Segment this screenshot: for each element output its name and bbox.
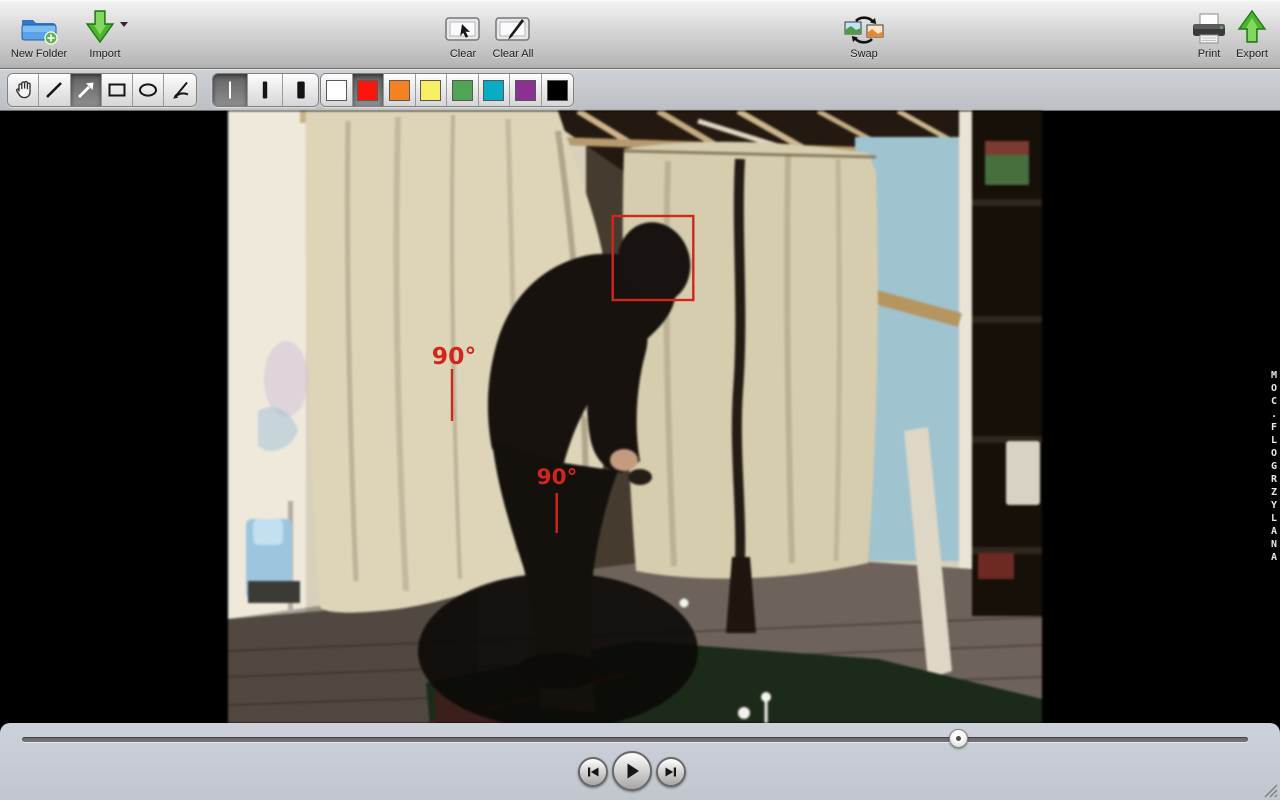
line-icon (43, 79, 65, 101)
tool-ellipse[interactable] (133, 74, 164, 106)
video-canvas[interactable]: 90° 90° M O C . F L O G R Z Y L A N A (0, 111, 1280, 723)
purple-swatch (515, 80, 536, 101)
tool-angle[interactable] (164, 74, 195, 106)
color-purple[interactable] (510, 74, 542, 106)
new-folder-label: New Folder (6, 48, 72, 60)
angle-icon (169, 79, 191, 101)
tool-group (7, 73, 197, 107)
previous-frame-button[interactable] (578, 757, 608, 787)
export-label: Export (1226, 48, 1278, 60)
clear-all-button[interactable]: Clear All (484, 5, 542, 65)
medium-line-icon (254, 79, 276, 101)
clear-button[interactable]: Clear (436, 5, 490, 65)
thickness-medium[interactable] (248, 74, 283, 106)
color-black[interactable] (542, 74, 574, 106)
rectangle-icon (106, 79, 128, 101)
play-icon (622, 761, 642, 781)
head-annotation-rectangle[interactable] (613, 216, 694, 300)
import-button[interactable]: Import (76, 5, 134, 65)
swap-icon (836, 5, 892, 45)
tool-hand[interactable] (8, 74, 39, 106)
import-icon (76, 5, 134, 45)
green-swatch (452, 80, 473, 101)
transport-bar (0, 723, 1280, 800)
analyzr-golf-window: New Folder Import Clear (0, 0, 1280, 800)
new-folder-icon (6, 5, 72, 45)
color-yellow[interactable] (416, 74, 448, 106)
tool-arrow[interactable] (71, 74, 102, 106)
clear-icon (436, 5, 490, 45)
angle-label-2[interactable]: 90° (537, 465, 578, 490)
yellow-swatch (420, 80, 441, 101)
next-frame-icon (663, 764, 679, 780)
teal-swatch (483, 80, 504, 101)
color-green[interactable] (447, 74, 479, 106)
thickness-group (212, 73, 319, 107)
color-group (320, 73, 574, 107)
next-frame-button[interactable] (656, 757, 686, 787)
swap-button[interactable]: Swap (836, 5, 892, 65)
import-dropdown-caret (120, 22, 128, 27)
annotation-overlay: 90° 90° (228, 111, 1042, 723)
hand-icon (12, 79, 34, 101)
color-orange[interactable] (384, 74, 416, 106)
swap-label: Swap (836, 48, 892, 60)
thickness-thick[interactable] (283, 74, 318, 106)
clear-label: Clear (436, 48, 490, 60)
import-label: Import (76, 48, 134, 60)
previous-frame-icon (585, 764, 601, 780)
thickness-thin[interactable] (213, 74, 248, 106)
scrubber-knob[interactable] (949, 729, 968, 748)
black-swatch (547, 80, 568, 101)
thick-line-icon (290, 79, 312, 101)
main-toolbar: New Folder Import Clear (0, 0, 1280, 69)
export-icon (1226, 5, 1278, 45)
play-button[interactable] (612, 751, 652, 791)
tool-line[interactable] (39, 74, 70, 106)
watermark: M O C . F L O G R Z Y L A N A (1271, 369, 1277, 564)
angle-label-1[interactable]: 90° (432, 342, 476, 370)
ellipse-icon (137, 79, 159, 101)
scrubber-track[interactable] (22, 737, 1248, 742)
drawing-toolbar (0, 69, 1280, 111)
new-folder-button[interactable]: New Folder (6, 5, 72, 65)
resize-grip[interactable] (1263, 783, 1278, 798)
red-swatch (357, 80, 378, 101)
thin-line-icon (219, 79, 241, 101)
export-button[interactable]: Export (1226, 5, 1278, 65)
arrow-icon (75, 79, 97, 101)
color-teal[interactable] (479, 74, 511, 106)
color-white[interactable] (321, 74, 353, 106)
clear-all-label: Clear All (484, 48, 542, 60)
clear-all-icon (484, 5, 542, 45)
tool-rectangle[interactable] (102, 74, 133, 106)
orange-swatch (389, 80, 410, 101)
color-red[interactable] (353, 74, 385, 106)
white-swatch (326, 80, 347, 101)
